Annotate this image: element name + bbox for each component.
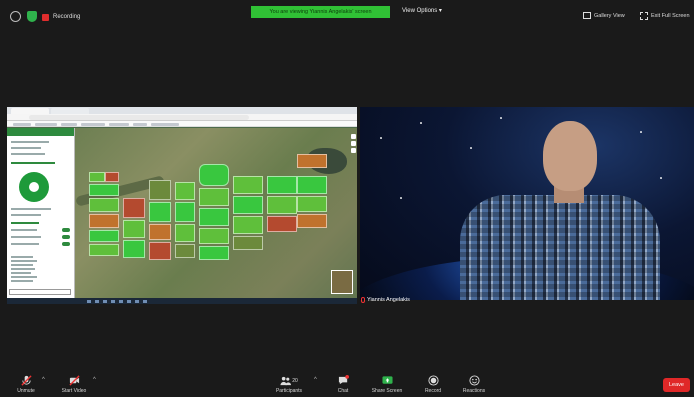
exit-full-screen-label: Exit Full Screen (651, 13, 690, 19)
presenter-head (543, 121, 597, 191)
map-field[interactable] (89, 172, 105, 182)
participant-name-tag: Yiannis Angelakis (361, 296, 410, 304)
presenter-shirt (460, 195, 660, 300)
meeting-controls-bar: Unmute ^ Start Video ^ 20 Participants ^… (0, 365, 694, 397)
map-field[interactable] (199, 208, 229, 226)
reactions-button[interactable]: Reactions (454, 375, 494, 394)
record-label: Record (424, 388, 442, 394)
map-field[interactable] (199, 228, 229, 244)
start-video-button[interactable]: Start Video (54, 375, 94, 394)
map-field[interactable] (149, 242, 171, 260)
participants-label: Participants (275, 388, 303, 394)
map-field[interactable] (199, 246, 229, 260)
share-screen-button[interactable]: Share Screen (367, 375, 407, 394)
chat-button[interactable]: Chat (323, 375, 363, 394)
participant-video[interactable] (360, 107, 694, 300)
panel-donut-chart (19, 172, 49, 202)
satellite-field-map[interactable] (75, 128, 357, 298)
exit-full-screen-button[interactable]: Exit Full Screen (640, 12, 690, 20)
unmute-label: Unmute (17, 388, 35, 394)
map-field[interactable] (89, 244, 119, 256)
map-field[interactable] (267, 196, 297, 214)
participants-count: 20 (292, 377, 298, 384)
video-options-chevron-icon[interactable]: ^ (93, 377, 96, 383)
share-screen-icon (381, 376, 393, 384)
map-field[interactable] (89, 230, 119, 242)
map-field[interactable] (89, 214, 119, 228)
gallery-view-label: Gallery View (594, 12, 625, 19)
map-zoom-out-icon[interactable] (351, 141, 356, 146)
recording-dot-icon (42, 13, 49, 21)
browser-url-field[interactable] (29, 115, 249, 120)
map-field[interactable] (199, 164, 229, 186)
map-field[interactable] (175, 244, 195, 258)
gallery-grid-icon (583, 12, 591, 19)
chat-bubble-icon (338, 375, 349, 385)
map-field[interactable] (175, 202, 195, 222)
map-field[interactable] (149, 202, 171, 222)
view-options-button[interactable]: View Options ▾ (402, 7, 442, 14)
panel-toggle[interactable] (62, 235, 70, 239)
map-field[interactable] (123, 240, 145, 258)
meeting-info-icon[interactable] (10, 11, 21, 22)
record-icon (427, 375, 439, 386)
meeting-top-bar: Recording You are viewing Yiannis Angela… (0, 0, 694, 34)
leave-meeting-button[interactable]: Leave (663, 378, 690, 392)
security-shield-icon[interactable] (27, 11, 37, 22)
browser-address-bar[interactable] (7, 114, 357, 121)
map-field[interactable] (175, 182, 195, 200)
browser-tab-strip (7, 107, 357, 114)
browser-bookmarks-bar (7, 121, 357, 127)
app-side-panel (7, 128, 75, 298)
map-field[interactable] (123, 198, 145, 218)
reactions-smiley-icon (468, 375, 480, 386)
map-field[interactable] (233, 236, 263, 250)
map-field[interactable] (175, 224, 195, 242)
map-field[interactable] (123, 220, 145, 238)
exit-full-screen-icon (640, 12, 648, 20)
panel-search-input[interactable] (9, 289, 71, 295)
panel-toggle[interactable] (62, 228, 70, 232)
gallery-view-button[interactable]: Gallery View (583, 12, 625, 19)
record-button[interactable]: Record (413, 375, 453, 394)
map-field[interactable] (297, 176, 327, 194)
map-field[interactable] (89, 184, 119, 196)
map-field[interactable] (233, 176, 263, 194)
participant-name: Yiannis Angelakis (367, 297, 410, 303)
map-field[interactable] (199, 188, 229, 206)
map-field[interactable] (267, 176, 297, 194)
chat-label: Chat (337, 388, 349, 394)
windows-taskbar (7, 298, 357, 304)
recording-label: Recording (53, 14, 81, 20)
share-screen-label: Share Screen (371, 388, 403, 394)
unmute-button[interactable]: Unmute (6, 375, 46, 394)
viewing-screen-banner: You are viewing Yiannis Angelakis' scree… (251, 6, 390, 18)
map-zoom-in-icon[interactable] (351, 134, 356, 139)
participants-options-chevron-icon[interactable]: ^ (314, 377, 317, 383)
map-field[interactable] (233, 196, 263, 214)
map-field[interactable] (233, 216, 263, 234)
map-field[interactable] (297, 154, 327, 168)
panel-header (7, 128, 74, 136)
video-off-icon (68, 375, 80, 386)
audio-options-chevron-icon[interactable]: ^ (42, 377, 45, 383)
mic-muted-icon (361, 297, 365, 303)
map-layers-icon[interactable] (351, 148, 356, 153)
map-field[interactable] (297, 214, 327, 228)
shared-screen[interactable] (7, 107, 357, 304)
recording-indicator[interactable]: Recording (42, 11, 80, 23)
microphone-muted-icon (20, 375, 32, 386)
panel-toggle[interactable] (62, 242, 70, 246)
reactions-label: Reactions (462, 388, 486, 394)
map-field[interactable] (297, 196, 327, 212)
map-field[interactable] (89, 198, 119, 212)
participants-icon (280, 376, 292, 386)
map-field[interactable] (105, 172, 119, 182)
map-legend-thumbnail[interactable] (331, 270, 353, 294)
map-field[interactable] (149, 180, 171, 200)
map-field[interactable] (149, 224, 171, 240)
start-video-label: Start Video (61, 388, 87, 394)
map-field[interactable] (267, 216, 297, 232)
participants-button[interactable]: 20 Participants (269, 375, 309, 394)
